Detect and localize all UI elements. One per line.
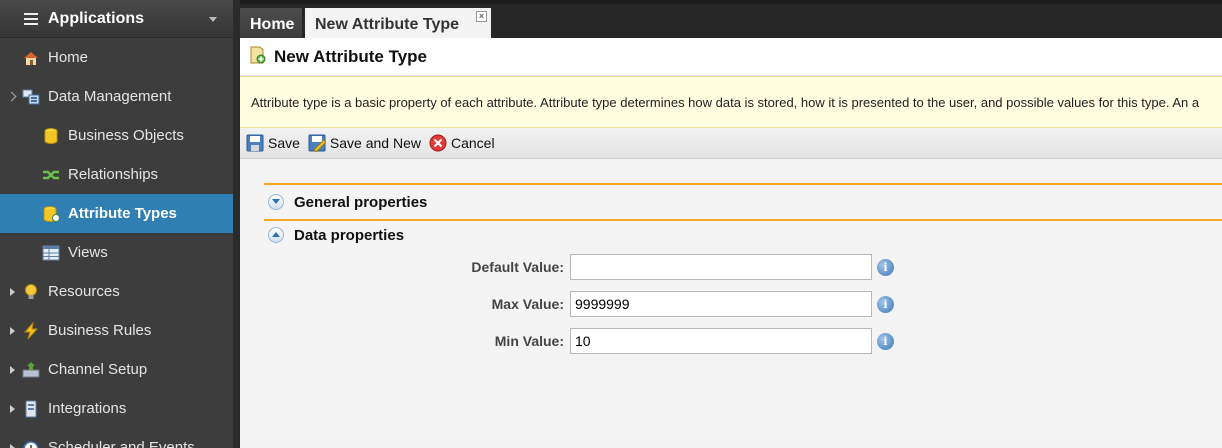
info-icon[interactable]: i	[877, 332, 894, 350]
save-button[interactable]: Save	[246, 134, 300, 152]
chevron-down-icon[interactable]	[268, 194, 284, 210]
description-text: Attribute type is a basic property of ea…	[251, 95, 1200, 110]
save-label: Save	[268, 135, 300, 151]
save-and-new-label: Save and New	[329, 135, 421, 151]
sidebar-item-resources[interactable]: Resources	[0, 272, 233, 311]
save-and-new-icon	[308, 134, 326, 152]
expand-arrow-icon[interactable]	[10, 365, 15, 374]
sidebar-item-label: Attribute Types	[68, 205, 177, 222]
main-content: New Attribute Type Attribute type is a b…	[240, 38, 1222, 448]
info-icon[interactable]: i	[877, 258, 894, 276]
chevron-up-icon[interactable]	[268, 227, 284, 243]
expand-arrow-icon[interactable]	[10, 443, 15, 448]
business-objects-icon	[42, 127, 60, 145]
sidebar-item-scheduler-and-events[interactable]: Scheduler and Events	[0, 428, 233, 448]
integrations-icon	[22, 400, 40, 418]
data-properties-section: Data properties	[264, 218, 1222, 252]
page-title: New Attribute Type	[274, 46, 428, 66]
relationships-icon	[42, 166, 60, 184]
expand-arrow-icon[interactable]	[10, 326, 15, 335]
general-properties-header[interactable]: General properties	[264, 185, 1222, 219]
cancel-label: Cancel	[450, 135, 495, 151]
scheduler-icon	[22, 439, 40, 448]
close-icon[interactable]: ×	[476, 11, 487, 22]
sidebar-item-business-objects[interactable]: Business Objects	[0, 116, 233, 155]
general-properties-title: General properties	[294, 193, 428, 211]
sidebar-item-label: Integrations	[48, 400, 127, 417]
hamburger-icon	[24, 12, 38, 25]
expand-arrow-icon[interactable]	[6, 91, 17, 102]
max-value-row: Max Value: 9999999 i	[364, 291, 894, 317]
sidebar: Applications Home Data Management Busine…	[0, 0, 233, 448]
default-value-row: Default Value: i	[364, 254, 894, 280]
channel-setup-icon	[22, 361, 40, 379]
resources-icon	[22, 283, 40, 301]
views-icon	[42, 244, 60, 262]
applications-title: Applications	[48, 9, 145, 27]
sidebar-item-label: Home	[48, 49, 89, 66]
sidebar-item-label: Data Management	[48, 88, 172, 105]
default-value-input[interactable]	[570, 254, 872, 280]
data-properties-header[interactable]: Data properties	[264, 218, 1222, 252]
sidebar-item-home[interactable]: Home	[0, 38, 233, 77]
data-management-icon	[22, 88, 40, 106]
sidebar-item-label: Scheduler and Events	[48, 439, 195, 448]
max-value-input[interactable]: 9999999	[570, 291, 872, 317]
page-header: New Attribute Type	[240, 38, 1222, 76]
expand-arrow-icon[interactable]	[10, 287, 15, 296]
applications-menu-header[interactable]: Applications	[0, 0, 233, 38]
general-properties-section: General properties	[264, 183, 1222, 221]
expand-arrow-icon[interactable]	[10, 404, 15, 413]
tab-home[interactable]: Home	[240, 8, 302, 42]
sidebar-item-attribute-types[interactable]: Attribute Types	[0, 194, 233, 233]
sidebar-item-relationships[interactable]: Relationships	[0, 155, 233, 194]
tab-label: New Attribute Type	[315, 16, 460, 33]
description-box: Attribute type is a basic property of ea…	[240, 76, 1222, 128]
chevron-down-icon[interactable]	[209, 17, 217, 22]
sidebar-item-label: Resources	[48, 283, 120, 300]
max-value-label: Max Value:	[491, 296, 564, 312]
sidebar-item-label: Business Objects	[68, 127, 184, 144]
sidebar-item-label: Channel Setup	[48, 361, 148, 378]
data-properties-title: Data properties	[294, 226, 405, 244]
sidebar-splitter[interactable]	[233, 0, 240, 448]
cancel-icon	[429, 134, 447, 152]
attribute-type-icon	[248, 46, 266, 67]
min-value-row: Min Value: 10 i	[364, 328, 894, 354]
sidebar-item-label: Business Rules	[48, 322, 152, 339]
toolbar: Save Save and New Cancel	[240, 128, 1222, 159]
default-value-label: Default Value:	[471, 259, 564, 275]
save-and-new-button[interactable]: Save and New	[308, 134, 421, 152]
sidebar-item-views[interactable]: Views	[0, 233, 233, 272]
sidebar-item-integrations[interactable]: Integrations	[0, 389, 233, 428]
save-icon	[246, 134, 264, 152]
sidebar-item-label: Relationships	[68, 166, 159, 183]
info-icon[interactable]: i	[877, 295, 894, 313]
tab-new-attribute-type[interactable]: New Attribute Type ×	[305, 8, 491, 42]
business-rules-icon	[22, 321, 40, 340]
min-value-label: Min Value:	[494, 333, 564, 349]
cancel-button[interactable]: Cancel	[429, 134, 495, 152]
sidebar-item-channel-setup[interactable]: Channel Setup	[0, 350, 233, 389]
sidebar-item-label: Views	[68, 244, 108, 261]
home-icon	[22, 49, 40, 67]
sidebar-item-data-management[interactable]: Data Management	[0, 77, 233, 116]
tab-bar: Home New Attribute Type ×	[240, 0, 1222, 42]
min-value-input[interactable]: 10	[570, 328, 872, 354]
attribute-types-icon	[42, 205, 60, 223]
sidebar-item-business-rules[interactable]: Business Rules	[0, 311, 233, 350]
